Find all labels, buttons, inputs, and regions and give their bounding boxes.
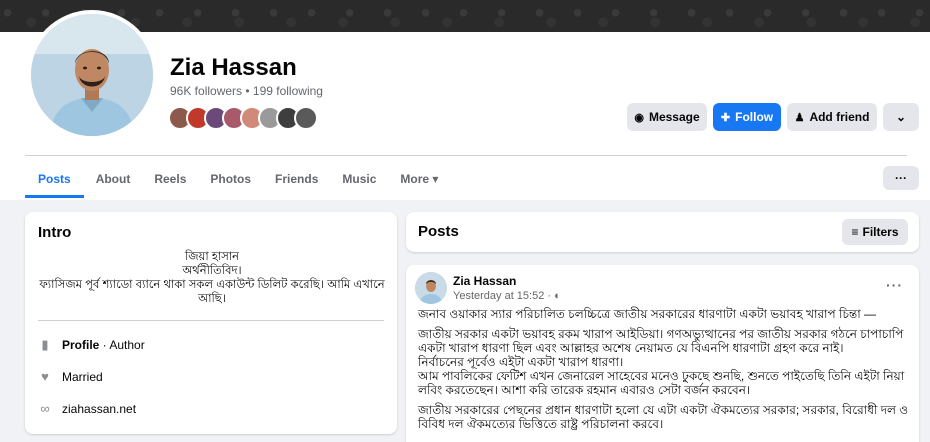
post-author-photo bbox=[415, 272, 447, 304]
tab-photos[interactable]: Photos bbox=[198, 160, 263, 198]
post-paragraph: নির্বাচনের পূর্বেও এইটা একটা খারাপ ধারণা… bbox=[418, 355, 624, 369]
globe-icon: ◐ bbox=[554, 290, 561, 302]
posts-header-card: Posts ≡ Filters bbox=[406, 212, 919, 252]
add-friend-label: Add friend bbox=[809, 110, 870, 124]
profile-tabs: Posts About Reels Photos Friends Music M… bbox=[25, 160, 450, 198]
website-link[interactable]: ziahassan.net bbox=[62, 402, 136, 416]
filters-label: Filters bbox=[862, 225, 899, 239]
folder-icon: ▮ bbox=[41, 337, 49, 352]
message-button[interactable]: ◉ Message bbox=[627, 103, 707, 131]
add-person-icon: ♟ bbox=[794, 111, 805, 124]
bio-line: জিয়া হাসান bbox=[184, 251, 240, 263]
post-body: জনাব ওয়াকার স্যার পরিচালিত চলচ্চিত্রে জ… bbox=[418, 307, 913, 437]
post-paragraph: জাতীয় সরকার একটা ভয়াবহ রকম খারাপ আইডিয… bbox=[418, 327, 904, 355]
friend-avatar[interactable] bbox=[294, 106, 318, 130]
post-author-avatar[interactable] bbox=[415, 272, 447, 304]
header-divider bbox=[25, 155, 907, 156]
avatar[interactable] bbox=[31, 14, 153, 136]
post-time-text: Yesterday at 15:52 · bbox=[453, 290, 555, 302]
follow-button[interactable]: ✚ Follow bbox=[713, 103, 781, 131]
more-actions-button[interactable]: ⌄ bbox=[883, 103, 919, 131]
tab-friends[interactable]: Friends bbox=[263, 160, 330, 198]
intro-website-row: ∞ ziahassan.net bbox=[38, 401, 136, 417]
post-paragraph: আম পাবলিকের ফেটিশ এখন জেনারেল সাহেবের মন… bbox=[418, 369, 905, 397]
heart-icon: ♥ bbox=[41, 369, 49, 384]
intro-bio: জিয়া হাসান অর্থনীতিবিদ। ফ্যাসিজম পূর্ব … bbox=[39, 250, 385, 306]
post-card: Zia Hassan Yesterday at 15:52 · ◐ ··· জন… bbox=[406, 265, 919, 442]
post-author-name[interactable]: Zia Hassan bbox=[453, 274, 516, 288]
add-friend-button[interactable]: ♟ Add friend bbox=[787, 103, 877, 131]
bio-line: অর্থনীতিবিদ। bbox=[182, 265, 242, 277]
intro-relationship-row: ♥ Married bbox=[38, 369, 103, 385]
messenger-icon: ◉ bbox=[634, 111, 644, 124]
posts-title: Posts bbox=[418, 223, 459, 240]
mutual-friends-avatars[interactable] bbox=[168, 106, 318, 132]
post-paragraph: জনাব ওয়াকার স্যার পরিচালিত চলচ্চিত্রে জ… bbox=[418, 307, 877, 321]
intro-divider bbox=[38, 320, 384, 321]
sliders-icon: ≡ bbox=[851, 225, 859, 239]
post-timestamp[interactable]: Yesterday at 15:52 · ◐ bbox=[453, 290, 561, 302]
intro-title: Intro bbox=[38, 224, 72, 241]
chevron-down-icon: ⌄ bbox=[895, 110, 907, 124]
intro-card: Intro জিয়া হাসান অর্থনীতিবিদ। ফ্যাসিজম … bbox=[25, 212, 397, 434]
tab-overflow-button[interactable]: ··· bbox=[883, 166, 919, 190]
profile-label: Profile bbox=[62, 338, 100, 352]
profile-photo-image bbox=[31, 14, 153, 136]
intro-profile-row: ▮ Profile · Author bbox=[38, 337, 145, 353]
bio-line: ফ্যাসিজম পূর্ব শ্যাডো ব্যানে থাকা সকল এক… bbox=[39, 279, 385, 305]
filters-button[interactable]: ≡ Filters bbox=[842, 219, 908, 245]
cover-photo[interactable] bbox=[0, 0, 930, 32]
follow-counts[interactable]: 96K followers • 199 following bbox=[170, 84, 323, 98]
profile-type: · Author bbox=[99, 338, 145, 352]
tab-more[interactable]: More ▾ bbox=[388, 160, 450, 198]
follow-label: Follow bbox=[735, 110, 774, 124]
profile-name: Zia Hassan bbox=[170, 54, 297, 81]
link-icon: ∞ bbox=[40, 401, 50, 416]
post-options-button[interactable]: ··· bbox=[886, 277, 903, 293]
relationship-status: Married bbox=[62, 370, 103, 384]
tab-music[interactable]: Music bbox=[330, 160, 388, 198]
profile-type-text: Profile · Author bbox=[62, 338, 145, 352]
tab-posts[interactable]: Posts bbox=[25, 160, 84, 198]
tab-about[interactable]: About bbox=[84, 160, 143, 198]
post-paragraph: জাতীয় সরকারের পেছনের প্রধান ধারণাটা হলো… bbox=[418, 403, 909, 431]
follow-icon: ✚ bbox=[720, 111, 731, 124]
tab-reels[interactable]: Reels bbox=[142, 160, 198, 198]
message-label: Message bbox=[648, 110, 700, 124]
